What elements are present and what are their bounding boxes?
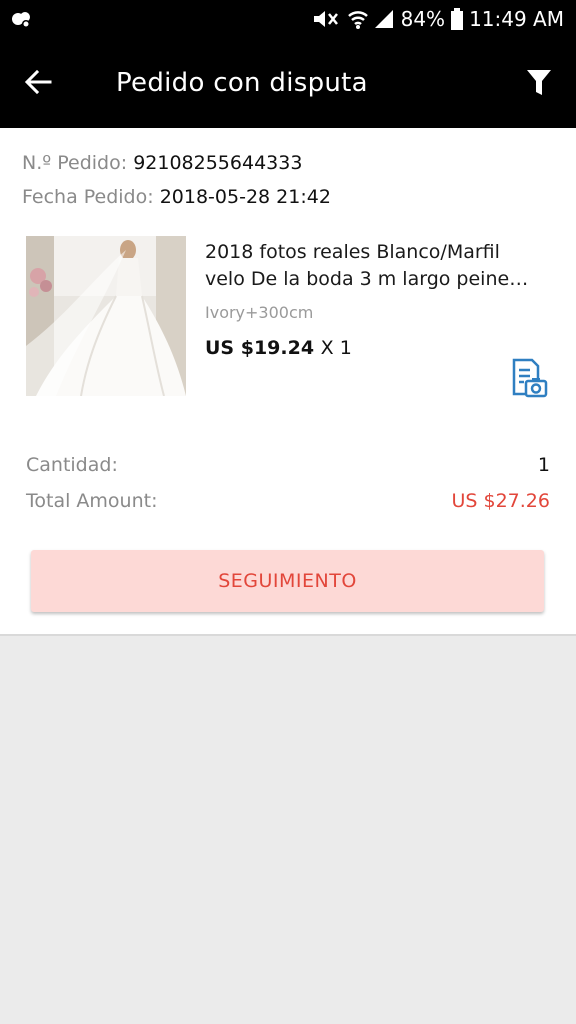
quantity-value: 1 (537, 454, 550, 476)
order-number-label: N.º Pedido: (22, 152, 128, 174)
product-variant: Ivory+300cm (205, 303, 314, 322)
order-number-row: N.º Pedido: 92108255644333 (22, 150, 302, 176)
total-amount-value: US $27.26 (451, 490, 551, 512)
clock: 11:49 AM (469, 7, 564, 31)
filter-icon[interactable] (526, 68, 552, 98)
back-arrow-icon[interactable] (22, 66, 54, 98)
product-image[interactable] (26, 236, 186, 396)
product-title[interactable]: 2018 fotos reales Blanco/Marfil velo De … (205, 239, 545, 293)
total-amount-label: Total Amount: (26, 490, 158, 512)
product-price-row: US $19.24 X 1 (205, 334, 352, 362)
battery-percent: 84% (400, 7, 446, 31)
app-bar: Pedido con disputa (0, 38, 576, 128)
order-date-value: 2018-05-28 21:42 (159, 186, 331, 208)
order-number-value: 92108255644333 (133, 152, 303, 174)
order-date-label: Fecha Pedido: (22, 186, 154, 208)
order-card: N.º Pedido: 92108255644333 Fecha Pedido:… (0, 128, 576, 636)
page-title: Pedido con disputa (116, 68, 368, 98)
mute-icon (311, 8, 341, 30)
wifi-icon (347, 8, 369, 30)
track-button[interactable]: SEGUIMIENTO (31, 550, 544, 612)
document-camera-icon[interactable] (510, 358, 550, 398)
product-price: US $19.24 (205, 337, 315, 359)
signal-icon (374, 8, 395, 30)
battery-icon (451, 8, 464, 30)
product-quantity: X 1 (320, 337, 352, 359)
weather-icon (10, 8, 32, 30)
order-date-row: Fecha Pedido: 2018-05-28 21:42 (22, 184, 331, 210)
quantity-label: Cantidad: (26, 454, 118, 476)
status-bar: 84% 11:49 AM (0, 0, 576, 38)
